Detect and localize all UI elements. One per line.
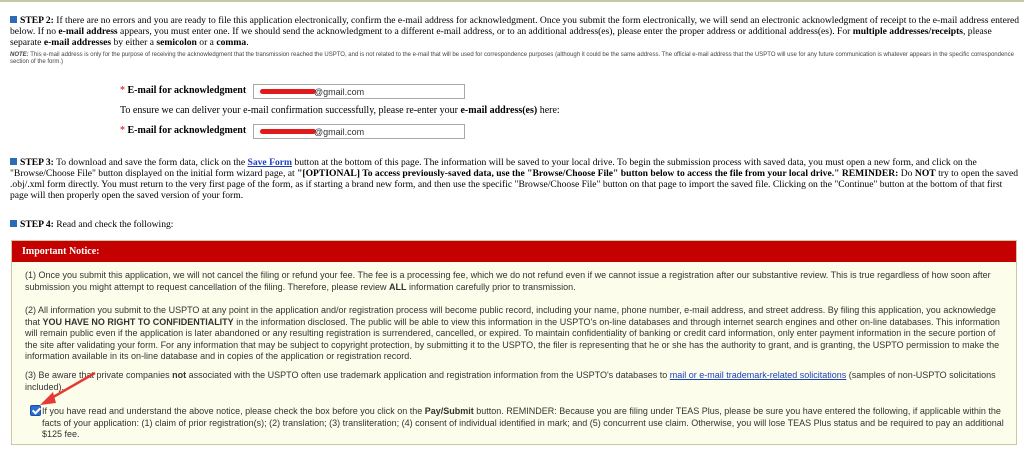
annotation-arrow-icon bbox=[40, 371, 96, 405]
